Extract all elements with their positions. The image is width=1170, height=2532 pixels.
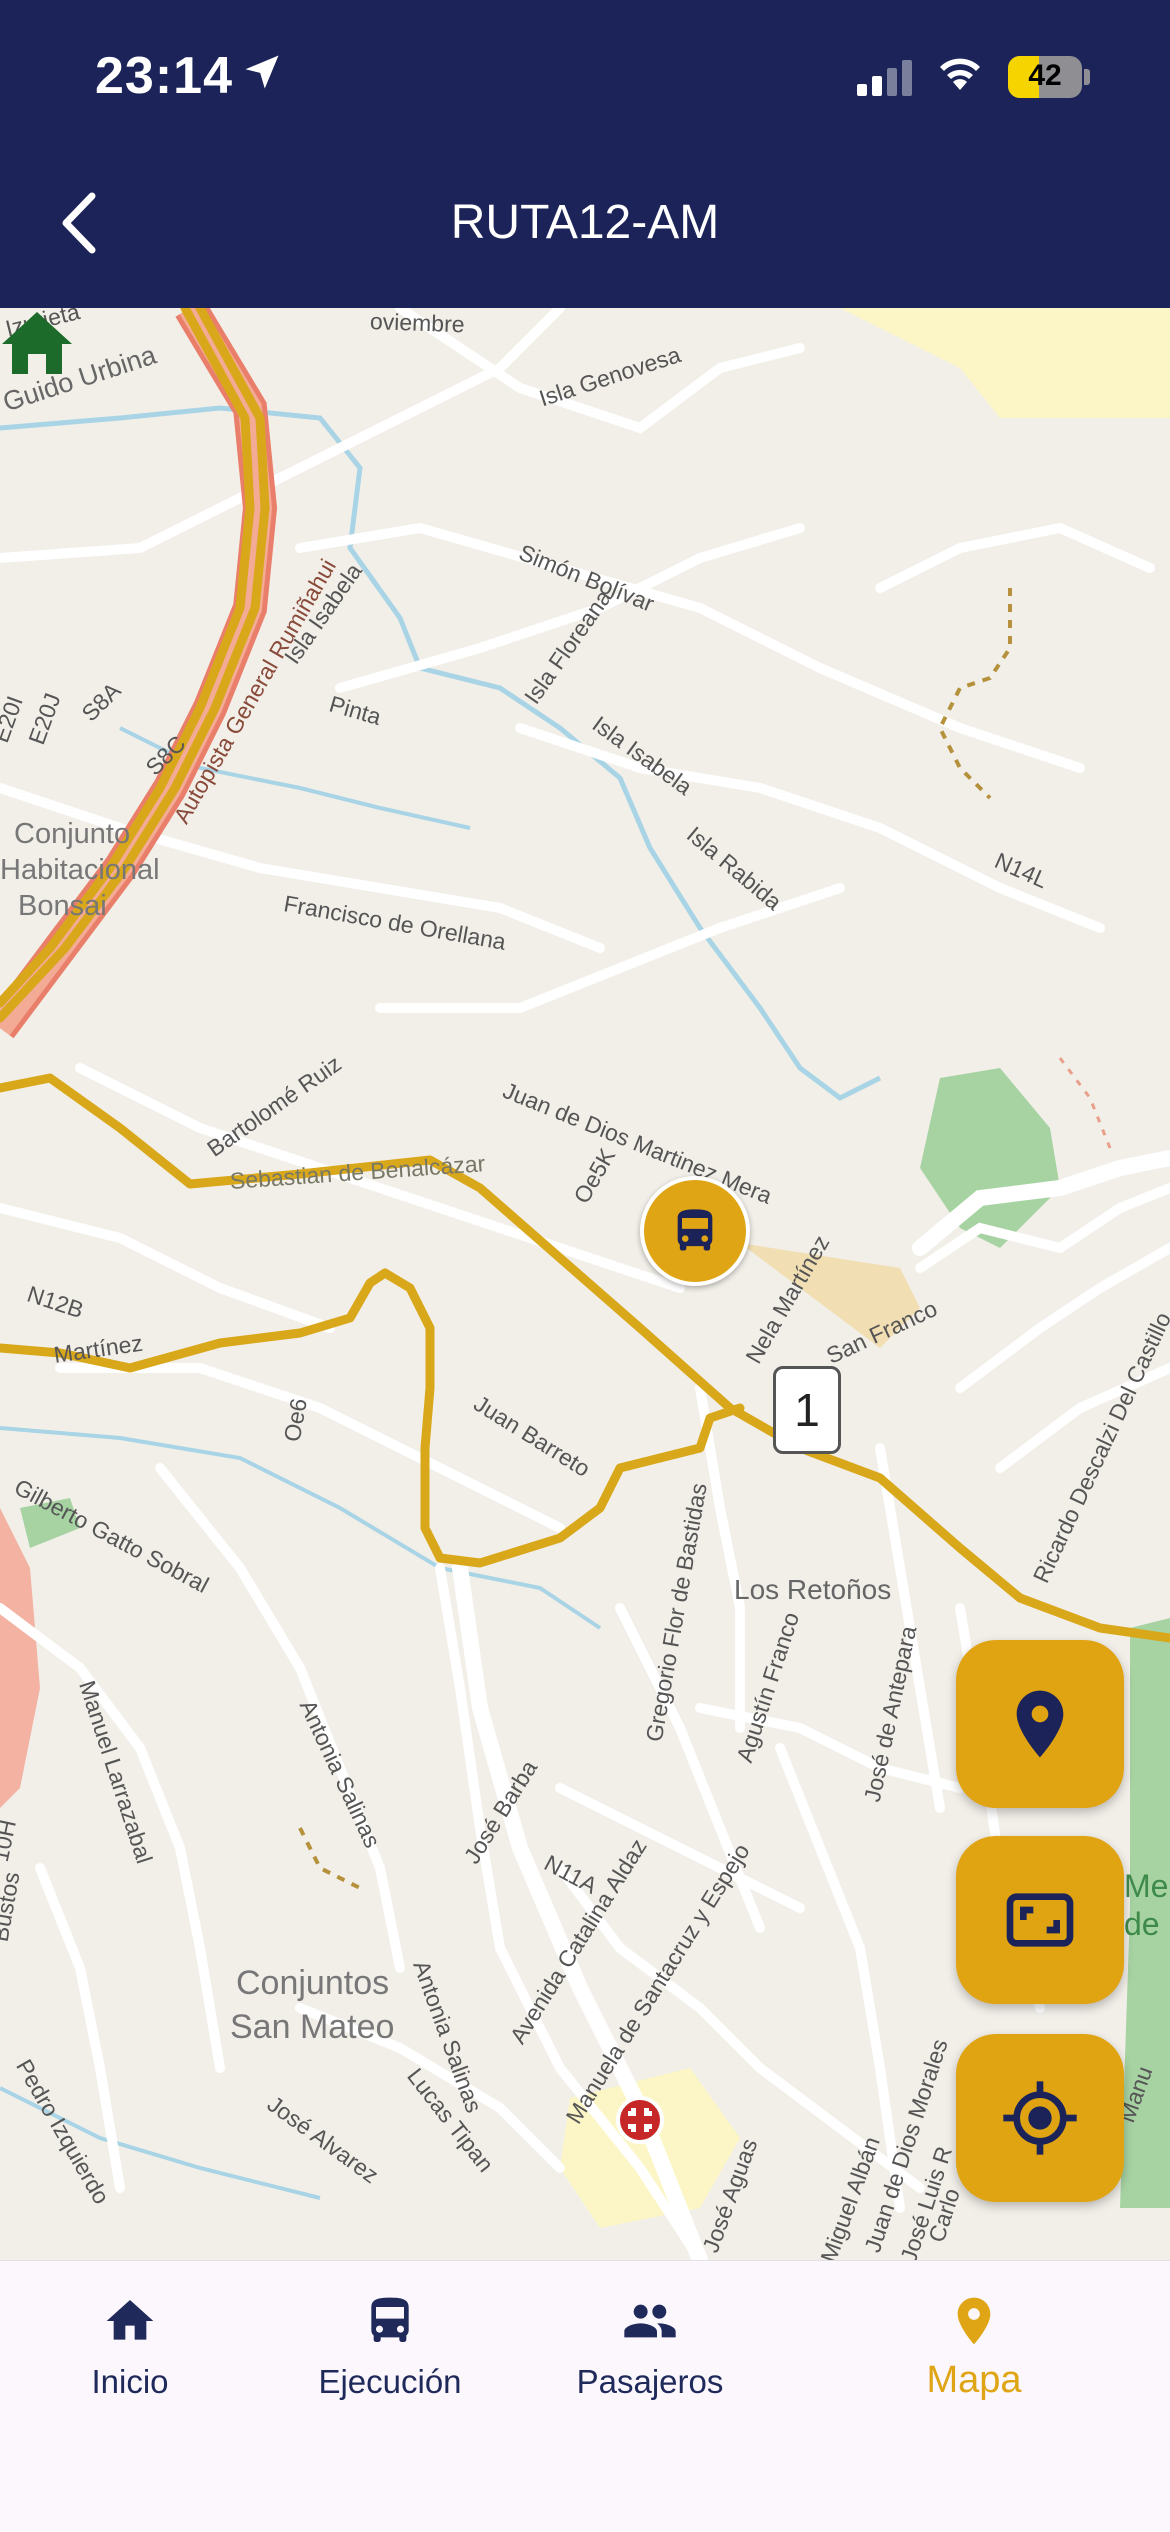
stop-number-badge[interactable]: 1 xyxy=(773,1366,841,1454)
bus-icon xyxy=(677,1209,713,1251)
bottom-navigation: Inicio Ejecución Pasajeros Mapa xyxy=(0,2260,1170,2532)
map-pin-icon xyxy=(957,2297,991,2345)
page-title: RUTA12-AM xyxy=(450,196,720,249)
nav-label: Pasajeros xyxy=(576,2363,724,2400)
status-time: 23:14 xyxy=(95,47,233,105)
map-label: San Mateo xyxy=(230,2008,395,2046)
map-view[interactable]: Izurieta oviembre Guido Urbina Isla Geno… xyxy=(0,308,1170,2260)
cellular-signal-icon xyxy=(857,60,912,96)
nav-item-ejecucion[interactable]: Ejecución xyxy=(260,2293,520,2401)
map-label: oviembre xyxy=(369,308,466,338)
app-header: 23:14 42 RUTA12-AM xyxy=(0,0,1170,308)
fit-bounds-button[interactable] xyxy=(956,1836,1124,2004)
nav-item-pasajeros[interactable]: Pasajeros xyxy=(520,2293,780,2401)
location-arrow-icon xyxy=(245,55,279,89)
status-bar: 23:14 42 xyxy=(0,40,1170,110)
aspect-ratio-icon xyxy=(1006,1893,1074,1947)
map-pin-icon xyxy=(1016,1690,1064,1758)
map-label: Me xyxy=(1124,1868,1169,1904)
map-label: Los Retoños xyxy=(734,1574,892,1605)
map-label: Bonsai xyxy=(18,890,107,922)
my-location-button[interactable] xyxy=(956,2034,1124,2202)
bus-icon xyxy=(371,2297,409,2342)
nav-item-inicio[interactable]: Inicio xyxy=(0,2293,260,2401)
map-label: Conjunto xyxy=(14,818,131,850)
wifi-icon xyxy=(940,58,980,90)
screen: 23:14 42 RUTA12-AM oviembre Guido Urbina… xyxy=(0,0,1170,2532)
nav-label: Inicio xyxy=(91,2363,169,2400)
battery-percent: 42 xyxy=(1028,59,1062,92)
map-label: Habitacional xyxy=(0,854,160,886)
location-pin-button[interactable] xyxy=(956,1640,1124,1808)
map-label: Conjuntos xyxy=(236,1964,390,2002)
home-marker-icon[interactable] xyxy=(0,308,74,378)
home-icon xyxy=(106,2300,154,2340)
bus-location-marker[interactable] xyxy=(640,1176,750,1286)
crosshair-location-icon xyxy=(1003,2081,1077,2155)
nav-label: Ejecución xyxy=(318,2363,462,2400)
map-label: de xyxy=(1124,1906,1160,1942)
battery-indicator: 42 xyxy=(1008,56,1090,98)
nav-item-mapa[interactable]: Mapa xyxy=(844,2293,1104,2402)
people-icon xyxy=(624,2304,676,2338)
nav-label: Mapa xyxy=(926,2359,1022,2401)
